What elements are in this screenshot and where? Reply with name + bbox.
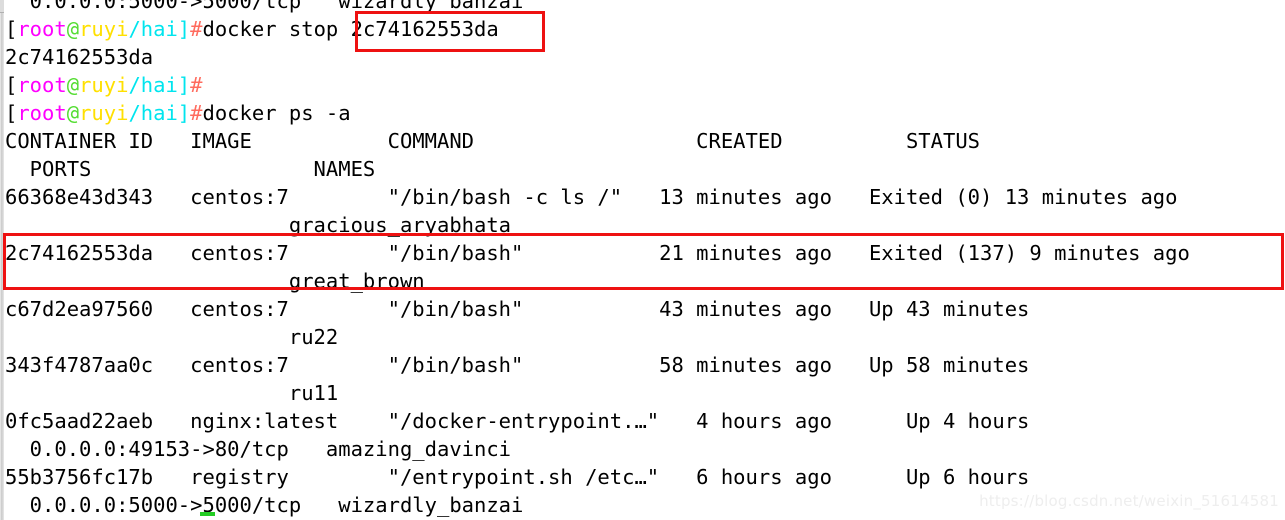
command-text-docker-ps: docker ps -a <box>202 101 351 125</box>
prompt-path: /hai] <box>128 73 191 97</box>
command-line-docker-stop[interactable]: [root@ruyi/hai]#docker stop 2c74162553da <box>5 15 1285 43</box>
table-header-line-2: PORTS NAMES <box>5 157 376 181</box>
prompt-at-symbol: @ <box>66 73 80 97</box>
table-row-wrap: great_brown <box>5 269 425 293</box>
prompt-hash: # <box>190 17 203 41</box>
prompt-at-symbol: @ <box>66 17 80 41</box>
prompt-user: root <box>17 17 67 41</box>
scrollback-clipped-line: 0.0.0.0:5000->5000/tcp wizardly_banzai <box>5 0 524 13</box>
prompt-host: ruyi <box>79 73 129 97</box>
table-row: c67d2ea97560 centos:7 "/bin/bash" 43 min… <box>5 297 1030 321</box>
prompt-open-bracket: [ <box>5 101 18 125</box>
command-text-docker-stop: docker stop <box>202 17 351 41</box>
table-row: 343f4787aa0c centos:7 "/bin/bash" 58 min… <box>5 353 1030 377</box>
terminal-cursor <box>200 512 215 516</box>
window-left-border <box>0 0 4 520</box>
prompt-host: ruyi <box>79 101 129 125</box>
prompt-at-symbol: @ <box>66 101 80 125</box>
table-row-wrap: ru11 <box>5 381 339 405</box>
prompt-user: root <box>17 101 67 125</box>
table-row: 66368e43d343 centos:7 "/bin/bash -c ls /… <box>5 185 1178 209</box>
table-row: 55b3756fc17b registry "/entrypoint.sh /e… <box>5 465 1030 489</box>
watermark: https://blog.csdn.net/weixin_51614581 <box>979 492 1279 510</box>
prompt-host: ruyi <box>79 17 129 41</box>
prompt-open-bracket: [ <box>5 17 18 41</box>
table-row-wrap: ru22 <box>5 325 339 349</box>
table-header-line-1: CONTAINER ID IMAGE COMMAND CREATED STATU… <box>5 129 981 153</box>
prompt-user: root <box>17 73 67 97</box>
table-row: 0fc5aad22aeb nginx:latest "/docker-entry… <box>5 409 1030 433</box>
command-line-empty-prompt[interactable]: [root@ruyi/hai]# <box>5 71 1285 99</box>
table-row-wrap: gracious_aryabhata <box>5 213 512 237</box>
terminal-window[interactable]: 0.0.0.0:5000->5000/tcp wizardly_banzai [… <box>0 0 1285 520</box>
prompt-hash: # <box>190 101 203 125</box>
table-row-wrap: 0.0.0.0:49153->80/tcp amazing_davinci <box>5 437 512 461</box>
output-docker-stop: 2c74162553da <box>5 45 154 69</box>
command-arg-container-id: 2c74162553da <box>350 17 499 41</box>
table-row: 2c74162553da centos:7 "/bin/bash" 21 min… <box>5 241 1190 265</box>
prompt-path: /hai] <box>128 101 191 125</box>
prompt-open-bracket: [ <box>5 73 18 97</box>
scrollbar-top-cap[interactable] <box>0 0 4 13</box>
prompt-hash: # <box>190 73 203 97</box>
command-line-docker-ps[interactable]: [root@ruyi/hai]#docker ps -a <box>5 99 1285 127</box>
terminal-screen[interactable]: 0.0.0.0:5000->5000/tcp wizardly_banzai [… <box>5 0 1285 519</box>
prompt-path: /hai] <box>128 17 191 41</box>
